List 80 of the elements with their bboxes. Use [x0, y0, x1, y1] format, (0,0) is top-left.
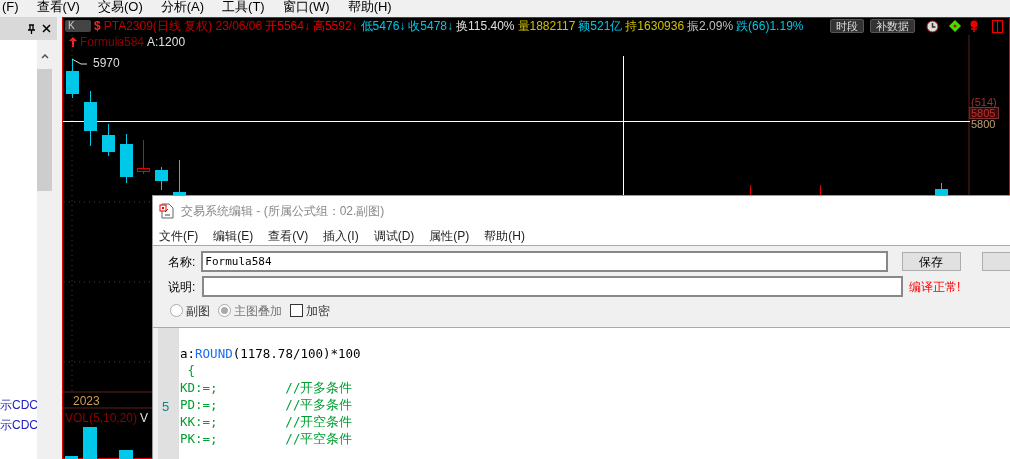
- code-line: PD:=; //平多条件: [180, 396, 354, 413]
- quote-value: 收5478↓: [408, 19, 453, 33]
- candlestick: [84, 90, 97, 147]
- menu-item[interactable]: 编辑(E): [213, 226, 254, 245]
- candlestick: [173, 159, 186, 196]
- volume-label: V: [140, 411, 149, 425]
- code-line: PK:=; //平空条件: [180, 430, 354, 447]
- menu-item[interactable]: 查看(V): [36, 0, 80, 14]
- quote-value: 高5592↓: [312, 19, 358, 33]
- period-button[interactable]: K: [65, 20, 91, 32]
- list-item[interactable]: 示CDC: [0, 397, 37, 413]
- document-icon: [159, 203, 175, 219]
- menu-item[interactable]: 帮助(H): [347, 0, 392, 14]
- clock-icon[interactable]: [926, 19, 939, 33]
- pin-marker-icon[interactable]: [969, 20, 979, 32]
- up-arrow-icon: [69, 36, 77, 47]
- symbol-mark: $: [94, 19, 101, 33]
- menu-item[interactable]: 交易(O): [97, 0, 143, 14]
- description-field[interactable]: [202, 276, 903, 297]
- quote-value: 开5564↓: [265, 19, 310, 33]
- pin-icon[interactable]: [27, 23, 36, 34]
- field-label: 名称:: [168, 253, 197, 271]
- candlestick: [935, 182, 948, 196]
- candlestick: [820, 184, 821, 196]
- menu-item[interactable]: 文件(F): [159, 226, 199, 245]
- menu-item[interactable]: 帮助(H): [484, 226, 525, 245]
- scroll-up-icon[interactable]: [40, 54, 49, 59]
- formula-value: A:1200: [147, 34, 186, 49]
- quote-value: 持1630936: [625, 19, 685, 33]
- quote-value: PTA2309(日线 复权) 23/06/06: [103, 19, 263, 33]
- candlestick: [102, 123, 115, 157]
- diamond-icon[interactable]: [948, 19, 962, 33]
- panel-toggle-icon[interactable]: [992, 19, 1003, 33]
- checkbox[interactable]: 加密: [290, 301, 330, 320]
- candlestick: [155, 166, 168, 191]
- toolbar-button[interactable]: 补数据: [870, 19, 915, 33]
- candlestick: [66, 59, 79, 99]
- candlestick: [120, 133, 133, 184]
- quote-value: 额521亿: [578, 19, 623, 33]
- menu-item[interactable]: 分析(A): [160, 0, 205, 14]
- year-label: 2023: [73, 394, 100, 408]
- peak-marker: [71, 58, 88, 65]
- volume-label: VOL(5,10,20): [65, 411, 138, 425]
- candlestick: [750, 184, 751, 196]
- quote-value: 振2.09%: [687, 19, 734, 33]
- menu-item[interactable]: 属性(P): [429, 226, 470, 245]
- window-title: 交易系统编辑 - (所属公式组：02.副图): [181, 203, 385, 220]
- code-line: {: [186, 362, 197, 379]
- volume-bar: [119, 450, 133, 459]
- code-line: KK:=; //开空条件: [180, 413, 354, 430]
- radio-button[interactable]: 副图: [170, 301, 210, 320]
- axis-label: 5805: [969, 107, 999, 119]
- quote-value: 跌(66)1.19%: [736, 19, 804, 33]
- toolbar-button[interactable]: 时段: [830, 19, 864, 33]
- menu-item[interactable]: (F): [2, 0, 19, 14]
- volume-bar: [65, 456, 78, 459]
- menu-item[interactable]: 窗口(W): [282, 0, 330, 14]
- code-line: a:ROUND(1178.78/100)*100: [180, 345, 362, 362]
- formula-name: Formula584: [80, 34, 145, 49]
- line-number: 5: [162, 398, 170, 415]
- scrollbar-thumb[interactable]: [37, 69, 52, 191]
- save-button[interactable]: 保存: [902, 252, 961, 271]
- candlestick: [137, 139, 150, 175]
- axis-label: 5800: [970, 119, 997, 129]
- menu-item[interactable]: 调试(D): [373, 226, 415, 245]
- code-line: KD:=; //开多条件: [180, 379, 354, 396]
- price-label: 5970: [93, 56, 120, 70]
- menu-item[interactable]: 查看(V): [268, 226, 309, 245]
- code-editor[interactable]: a:ROUND(1178.78/100)*100 { KD:=; //开多条件 PD:=; //平多条件 KK:=; //开空条件 PK:=; //平空条件: [179, 328, 1010, 459]
- menu-item[interactable]: 工具(T): [222, 0, 265, 14]
- list-item[interactable]: 示CDC: [0, 417, 37, 433]
- quote-value: 低5476↓: [360, 19, 406, 33]
- status-message: 编译正常!: [909, 278, 961, 296]
- name-field[interactable]: Formula584: [201, 251, 888, 272]
- field-label: 说明:: [168, 278, 197, 296]
- menu-item[interactable]: 插入(I): [323, 226, 359, 245]
- quote-value: 换115.40%: [456, 19, 515, 33]
- volume-bar: [83, 427, 97, 459]
- close-icon[interactable]: [42, 24, 51, 33]
- quote-value: 量1882117: [517, 19, 576, 33]
